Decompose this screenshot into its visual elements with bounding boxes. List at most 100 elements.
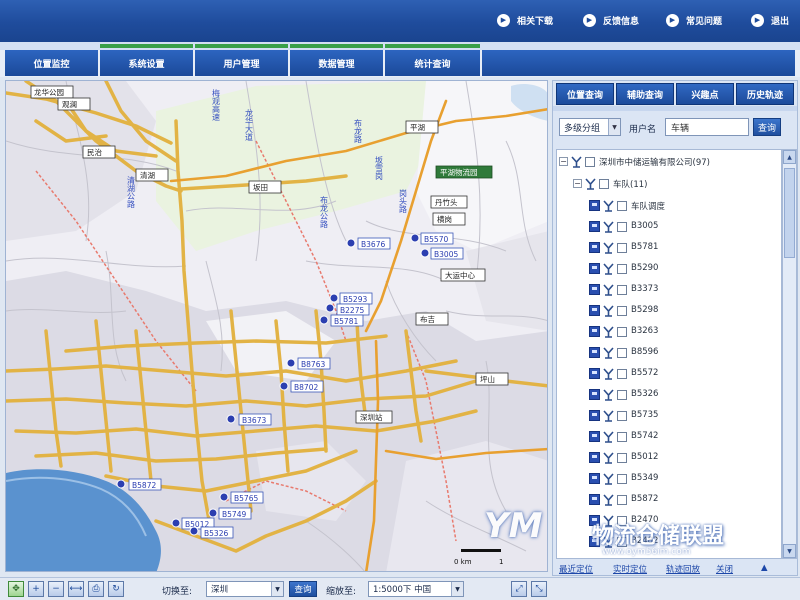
scroll-thumb[interactable] — [784, 168, 795, 258]
antenna-icon — [603, 284, 614, 296]
tree-item[interactable]: B5349 — [557, 470, 781, 488]
feedback-link[interactable]: ▶ 反馈信息 — [583, 12, 639, 28]
tree-scrollbar[interactable]: ▲ ▼ — [782, 149, 797, 559]
tab-system-settings[interactable]: 系统设置 — [100, 50, 193, 76]
tree-item[interactable]: B5326 — [557, 386, 781, 404]
tree-checkbox[interactable] — [617, 474, 627, 484]
svg-text:B3676: B3676 — [361, 240, 385, 249]
tree-item[interactable]: B5572 — [557, 365, 781, 383]
tree-item-label: B5572 — [631, 368, 659, 378]
zoom-select[interactable]: 1:5000下 中国 ▼ — [368, 581, 464, 597]
vehicle-icon — [589, 284, 600, 295]
svg-text:B5570: B5570 — [424, 235, 448, 244]
place-label: 横岗 — [432, 212, 466, 226]
tree-item[interactable]: B5298 — [557, 302, 781, 320]
tree-checkbox[interactable] — [617, 495, 627, 505]
place-label: 坪山 — [475, 372, 509, 386]
svg-text:民治: 民治 — [87, 147, 102, 157]
tree-checkbox[interactable] — [585, 157, 595, 167]
vehicle-icon — [589, 536, 600, 547]
measure-icon[interactable]: ⟷ — [68, 581, 84, 597]
tab-assist-query[interactable]: 辅助查询 — [616, 83, 674, 105]
tree-item[interactable]: B2482 — [557, 533, 781, 551]
tree-item[interactable]: B5012 — [557, 449, 781, 467]
tab-data-management[interactable]: 数据管理 — [290, 50, 383, 76]
tree-checkbox[interactable] — [617, 306, 627, 316]
tree-root[interactable]: − 深圳市中储运输有限公司(97) — [557, 153, 781, 171]
tree-checkbox[interactable] — [617, 390, 627, 400]
tree-checkbox[interactable] — [617, 222, 627, 232]
tab-history-track[interactable]: 历史轨迹 — [736, 83, 794, 105]
tree-checkbox[interactable] — [617, 537, 627, 547]
svg-text:平湖: 平湖 — [410, 123, 425, 132]
collapse-panel-icon[interactable]: ▲ — [761, 563, 768, 573]
collapse-icon[interactable]: − — [559, 157, 568, 166]
tree-item[interactable]: B5735 — [557, 407, 781, 425]
zoom-out-icon[interactable]: − — [48, 581, 64, 597]
tree-item-label: B5012 — [631, 452, 659, 462]
map-canvas[interactable]: 梅观高速 龙华大道 布龙路 坂雪岗 清湖公路 布龙公路 岗头路 龙华公园 观澜 … — [6, 81, 548, 572]
tree-checkbox[interactable] — [617, 264, 627, 274]
tree-item[interactable]: B5290 — [557, 260, 781, 278]
tree-item[interactable]: B3373 — [557, 281, 781, 299]
tree-group[interactable]: − 车队(11) — [557, 175, 781, 193]
tree-item[interactable]: B3263 — [557, 323, 781, 341]
track-playback-link[interactable]: 轨迹回放 — [666, 563, 700, 575]
tab-poi[interactable]: 兴趣点 — [676, 83, 734, 105]
tree-checkbox[interactable] — [617, 243, 627, 253]
svg-text:观澜: 观澜 — [62, 100, 77, 109]
tree-item-label: B5781 — [631, 242, 659, 252]
logout-link-label: 退出 — [771, 16, 790, 27]
restore-icon[interactable]: ⤡ — [531, 581, 547, 597]
tab-user-management[interactable]: 用户管理 — [195, 50, 288, 76]
tab-statistics[interactable]: 统计查询 — [385, 50, 480, 76]
tree-item[interactable]: B8596 — [557, 344, 781, 362]
tab-position-query[interactable]: 位置查询 — [556, 83, 614, 105]
tree-checkbox[interactable] — [617, 285, 627, 295]
city-select[interactable]: 深圳 ▼ — [206, 581, 284, 597]
fullscreen-icon[interactable]: ⤢ — [511, 581, 527, 597]
print-icon[interactable]: ⎙ — [88, 581, 104, 597]
faq-link[interactable]: ▶ 常见问题 — [666, 12, 722, 28]
user-label: 用户名 — [629, 125, 657, 135]
close-link[interactable]: 关闭 — [716, 563, 733, 575]
tree-checkbox[interactable] — [617, 369, 627, 379]
tree-item[interactable]: B5742 — [557, 428, 781, 446]
tree-checkbox[interactable] — [617, 411, 627, 421]
road-label: 龙华大道 — [245, 108, 254, 142]
tree-item[interactable]: B2470 — [557, 512, 781, 530]
tree-checkbox[interactable] — [617, 432, 627, 442]
query-button[interactable]: 查询 — [753, 118, 781, 136]
city-go-button[interactable]: 查询 — [289, 581, 317, 597]
scroll-up-icon[interactable]: ▲ — [783, 150, 796, 164]
tree-checkbox[interactable] — [617, 516, 627, 526]
vehicle-icon — [589, 347, 600, 358]
tab-position-monitor[interactable]: 位置监控 — [5, 50, 98, 76]
vehicle-icon — [589, 389, 600, 400]
vehicle-search-input[interactable]: 车辆 — [665, 118, 749, 136]
refresh-icon[interactable]: ↻ — [108, 581, 124, 597]
map-view[interactable]: 梅观高速 龙华大道 布龙路 坂雪岗 清湖公路 布龙公路 岗头路 龙华公园 观澜 … — [5, 80, 548, 572]
tree-checkbox[interactable] — [617, 348, 627, 358]
tree-checkbox[interactable] — [617, 201, 627, 211]
tab-indicator — [195, 44, 288, 48]
realtime-position-link[interactable]: 实时定位 — [613, 563, 647, 575]
recent-position-link[interactable]: 最近定位 — [559, 563, 593, 575]
tree-item[interactable]: 车队调度 — [557, 197, 781, 215]
collapse-icon[interactable]: − — [573, 179, 582, 188]
pan-icon[interactable]: ✥ — [8, 581, 24, 597]
tree-checkbox[interactable] — [617, 453, 627, 463]
tree-checkbox[interactable] — [599, 179, 609, 189]
scroll-down-icon[interactable]: ▼ — [783, 544, 796, 558]
group-select[interactable]: 多级分组 ▼ — [559, 118, 621, 136]
downloads-link[interactable]: ▶ 相关下载 — [497, 12, 553, 28]
vehicle-icon — [589, 326, 600, 337]
tree-checkbox[interactable] — [617, 327, 627, 337]
top-header: ▶ 相关下载 ▶ 反馈信息 ▶ 常见问题 ▶ 退出 — [0, 0, 800, 42]
tree-item[interactable]: B5781 — [557, 239, 781, 257]
logout-link[interactable]: ▶ 退出 — [751, 12, 789, 28]
antenna-icon — [603, 347, 614, 359]
tree-item[interactable]: B3005 — [557, 218, 781, 236]
tree-item[interactable]: B5872 — [557, 491, 781, 509]
zoom-in-icon[interactable]: + — [28, 581, 44, 597]
